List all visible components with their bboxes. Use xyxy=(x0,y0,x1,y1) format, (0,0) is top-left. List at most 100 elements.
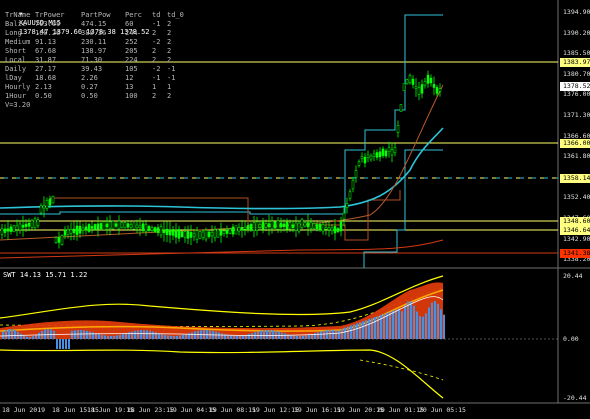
table-row-cell: Balic xyxy=(5,20,27,28)
candle-body xyxy=(141,223,145,232)
swt-histogram-bar xyxy=(272,330,274,339)
swt-histogram-bar xyxy=(194,331,196,339)
candle-body xyxy=(15,225,19,230)
table-row-cell: 2.13 xyxy=(35,83,52,91)
table-row-cell: 91.13 xyxy=(35,38,57,46)
swt-histogram-bar xyxy=(167,335,169,339)
candle-body xyxy=(330,227,334,231)
candle-body xyxy=(102,221,106,231)
candle-body xyxy=(144,224,148,232)
swt-histogram-bar xyxy=(134,330,136,339)
candle-body xyxy=(360,155,364,159)
candle-body xyxy=(27,222,31,227)
table-header-cell: td xyxy=(152,11,161,19)
swt-histogram-bar xyxy=(374,317,376,339)
table-row-cell: -1 xyxy=(152,20,161,28)
candle-body xyxy=(99,223,103,229)
candle-body xyxy=(297,222,301,232)
swt-histogram-bar xyxy=(329,330,331,339)
swt-histogram-bar xyxy=(116,335,118,339)
candle-body xyxy=(240,227,244,231)
candle-body xyxy=(159,226,163,236)
candle-body xyxy=(408,75,412,83)
swt-histogram-bar xyxy=(23,335,25,339)
table-row-cell: 224 xyxy=(125,56,138,64)
swt-histogram-bar xyxy=(275,330,277,339)
swt-histogram-bar xyxy=(119,334,121,339)
price-tag-line5: 1346.64 xyxy=(560,226,590,235)
candle-body xyxy=(147,225,151,231)
swt-histogram-bar xyxy=(71,330,73,339)
candle-body xyxy=(216,229,220,238)
table-row-cell: 2.26 xyxy=(81,74,98,82)
swt-histogram-bar xyxy=(326,330,328,339)
swt-histogram-bar xyxy=(65,339,67,349)
table-row-cell: 2 xyxy=(152,47,157,55)
table-row-cell: 160.26 xyxy=(35,29,61,37)
candle-body xyxy=(87,224,91,232)
table-row-cell: 380.36 xyxy=(81,29,107,37)
table-row-cell: 205 xyxy=(125,47,138,55)
swt-histogram-bar xyxy=(419,316,421,339)
swt-histogram-bar xyxy=(371,318,373,339)
swt-histogram-bar xyxy=(260,330,262,339)
candle-body xyxy=(354,170,358,178)
time-axis-label: 20 Jun 01:15 xyxy=(377,406,424,414)
swt-histogram-bar xyxy=(86,330,88,339)
swt-histogram-bar xyxy=(242,335,244,339)
swt-histogram-bar xyxy=(422,316,424,339)
table-row-cell: 474.15 xyxy=(81,20,107,28)
swt-histogram-bar xyxy=(122,334,124,339)
candle-body xyxy=(393,147,397,153)
candle-body xyxy=(6,228,10,232)
table-header-cell: TrName xyxy=(5,11,31,19)
swt-histogram-bar xyxy=(314,333,316,339)
candle-body xyxy=(261,221,265,230)
table-header-cell: TrPower xyxy=(35,11,65,19)
table-row-cell: 100 xyxy=(125,92,138,100)
candle-body xyxy=(24,223,28,228)
swt-histogram-bar xyxy=(239,335,241,339)
table-row-cell: 27.17 xyxy=(35,65,57,73)
candle-body xyxy=(66,229,70,235)
swt-histogram-bar xyxy=(143,330,145,339)
candle-body xyxy=(225,229,229,234)
table-row-cell: 67.68 xyxy=(35,47,57,55)
candle-body xyxy=(405,79,409,84)
candle-body xyxy=(300,219,304,229)
swt-histogram-bar xyxy=(248,333,250,339)
candle-body xyxy=(372,153,376,157)
swt-histogram-bar xyxy=(5,330,7,339)
time-axis-label: 20 Jun 05:15 xyxy=(419,406,466,414)
candle-body xyxy=(351,179,355,190)
price-axis-label: 1352.40 xyxy=(563,193,590,202)
swt-histogram-bar xyxy=(398,308,400,339)
swt-histogram-bar xyxy=(176,335,178,339)
candle-body xyxy=(36,219,40,226)
swt-histogram-bar xyxy=(350,325,352,339)
swt-histogram-bar xyxy=(410,301,412,339)
candle-body xyxy=(252,222,256,232)
price-axis-label: 1342.90 xyxy=(563,234,590,243)
table-row-cell: 0.50 xyxy=(35,92,52,100)
swt-histogram-bar xyxy=(74,330,76,339)
swt-histogram-bar xyxy=(179,335,181,339)
table-header-cell: Perc xyxy=(125,11,142,19)
swt-histogram-bar xyxy=(299,335,301,339)
table-row-cell: -1 xyxy=(167,65,176,73)
swt-histogram-bar xyxy=(407,301,409,339)
chart-window[interactable]: ▼ XAUUSD,M15 1378.47 1379.66 1378.38 137… xyxy=(0,0,590,419)
candle-body xyxy=(303,222,307,227)
candle-body xyxy=(39,205,43,214)
price-tag-line3: 1358.14 xyxy=(560,174,590,183)
time-axis-label: 19 Jun 16:15 xyxy=(294,406,341,414)
candle-body xyxy=(276,220,280,230)
candle-body xyxy=(333,226,337,234)
candle-body xyxy=(327,227,331,231)
swt-lower-dashed xyxy=(359,359,444,381)
candle-body xyxy=(237,227,241,232)
candle-body xyxy=(396,125,400,133)
candle-body xyxy=(108,221,112,229)
table-row-cell: 18.68 xyxy=(35,74,57,82)
candle-body xyxy=(363,157,367,164)
